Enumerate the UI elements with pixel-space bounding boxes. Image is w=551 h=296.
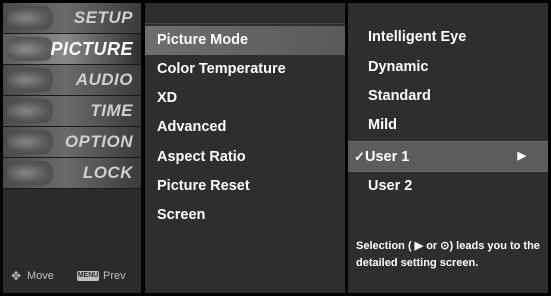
option-user-1-label: User 1 [365,149,410,165]
option-standard[interactable]: Standard [348,82,548,111]
option-artwork-icon [7,130,53,154]
category-audio-label: AUDIO [75,70,133,89]
audio-artwork-icon [7,68,53,92]
category-time[interactable]: TIME [3,96,141,127]
category-time-label: TIME [90,101,133,120]
submenu-header-bar [145,3,345,24]
category-menu: SETUP PICTURE AUDIO TIME OPTION LOCK ✥ M… [3,3,141,293]
option-intelligent-eye[interactable]: Intelligent Eye [348,23,548,52]
submenu-item-picture-mode[interactable]: Picture Mode [145,26,345,55]
menu-key-icon: MENU [77,271,99,281]
picture-artwork-icon [7,37,53,61]
tv-osd-screen: SETUP PICTURE AUDIO TIME OPTION LOCK ✥ M… [0,0,551,296]
checkmark-icon: ✓ [354,149,365,164]
submenu-item-picture-reset[interactable]: Picture Reset [145,172,345,201]
category-lock[interactable]: LOCK [3,158,141,189]
right-arrow-icon: ▶ [517,150,526,162]
category-setup[interactable]: SETUP [3,3,141,34]
category-audio[interactable]: AUDIO [3,65,141,96]
move-hint-label: Move [27,270,54,282]
submenu-item-screen[interactable]: Screen [145,201,345,230]
picture-submenu: Picture Mode Color Temperature XD Advanc… [145,3,345,293]
category-lock-label: LOCK [82,163,133,182]
category-setup-label: SETUP [73,8,133,27]
option-mild[interactable]: Mild [348,111,548,140]
submenu-item-color-temperature[interactable]: Color Temperature [145,55,345,84]
navigation-hints: ✥ Move MENU Prev [3,269,141,285]
setup-artwork-icon [7,6,53,30]
submenu-item-advanced[interactable]: Advanced [145,113,345,142]
category-picture-label: PICTURE [50,39,133,59]
picture-mode-options: Intelligent Eye Dynamic Standard Mild ✓U… [348,3,548,293]
option-user-2[interactable]: User 2 [348,172,548,201]
option-dynamic[interactable]: Dynamic [348,53,548,82]
submenu-item-xd[interactable]: XD [145,84,345,113]
lock-artwork-icon [7,161,53,185]
category-option-label: OPTION [64,132,133,151]
prev-hint-label: Prev [103,270,126,282]
move-dpad-icon: ✥ [11,269,22,283]
category-picture[interactable]: PICTURE [3,34,141,65]
submenu-item-aspect-ratio[interactable]: Aspect Ratio [145,143,345,172]
option-user-1[interactable]: ✓User 1 ▶ [348,142,548,171]
time-artwork-icon [7,99,53,123]
selection-hint-text: Selection ( ▶ or ⊙) leads you to the det… [356,240,540,269]
category-option[interactable]: OPTION [3,127,141,158]
